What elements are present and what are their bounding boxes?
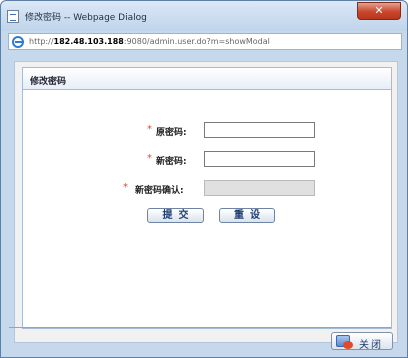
dialog-content: 修改密码 * 原密码: * 新密码: * 新密码确认: 提交 重设 xyxy=(14,61,398,343)
close-button-label: 关闭 xyxy=(359,340,383,351)
old-password-label: 原密码: xyxy=(156,128,187,138)
window-close-button[interactable]: ✕ xyxy=(357,2,401,20)
old-password-row: * 原密码: xyxy=(23,122,391,139)
new-password-label: 新密码: xyxy=(156,157,187,167)
panel-title: 修改密码 xyxy=(30,77,67,87)
window-title: 修改密码 -- Webpage Dialog xyxy=(25,13,147,23)
title-bar: 修改密码 -- Webpage Dialog ✕ xyxy=(1,1,407,31)
change-password-panel: 修改密码 * 原密码: * 新密码: * 新密码确认: 提交 重设 xyxy=(22,67,392,329)
new-password-row: * 新密码: xyxy=(23,151,391,168)
url-path: :9080/admin.user.do?m=showModal xyxy=(123,37,270,46)
dialog-window: 修改密码 -- Webpage Dialog ✕ http://182.48.1… xyxy=(0,0,408,358)
panel-header: 修改密码 xyxy=(23,68,391,90)
address-bar: http://182.48.103.188:9080/admin.user.do… xyxy=(8,33,402,50)
url-text: http://182.48.103.188:9080/admin.user.do… xyxy=(29,37,270,46)
page-icon xyxy=(7,10,19,23)
confirm-password-label: 新密码确认: xyxy=(135,186,184,196)
reset-button[interactable]: 重设 xyxy=(219,208,275,223)
url-host: 182.48.103.188 xyxy=(53,37,124,46)
close-window-icon xyxy=(336,335,353,349)
close-button[interactable]: 关闭 xyxy=(331,332,393,351)
required-mark: * xyxy=(147,153,152,164)
required-mark: * xyxy=(123,182,128,193)
url-prefix: http:// xyxy=(29,37,54,46)
old-password-input[interactable] xyxy=(204,122,315,138)
confirm-password-input[interactable] xyxy=(204,180,315,196)
footer-divider xyxy=(9,327,391,328)
submit-button[interactable]: 提交 xyxy=(147,208,204,223)
new-password-input[interactable] xyxy=(204,151,315,167)
required-mark: * xyxy=(147,124,152,135)
ie-icon xyxy=(12,36,24,48)
confirm-password-row: * 新密码确认: xyxy=(23,180,391,197)
